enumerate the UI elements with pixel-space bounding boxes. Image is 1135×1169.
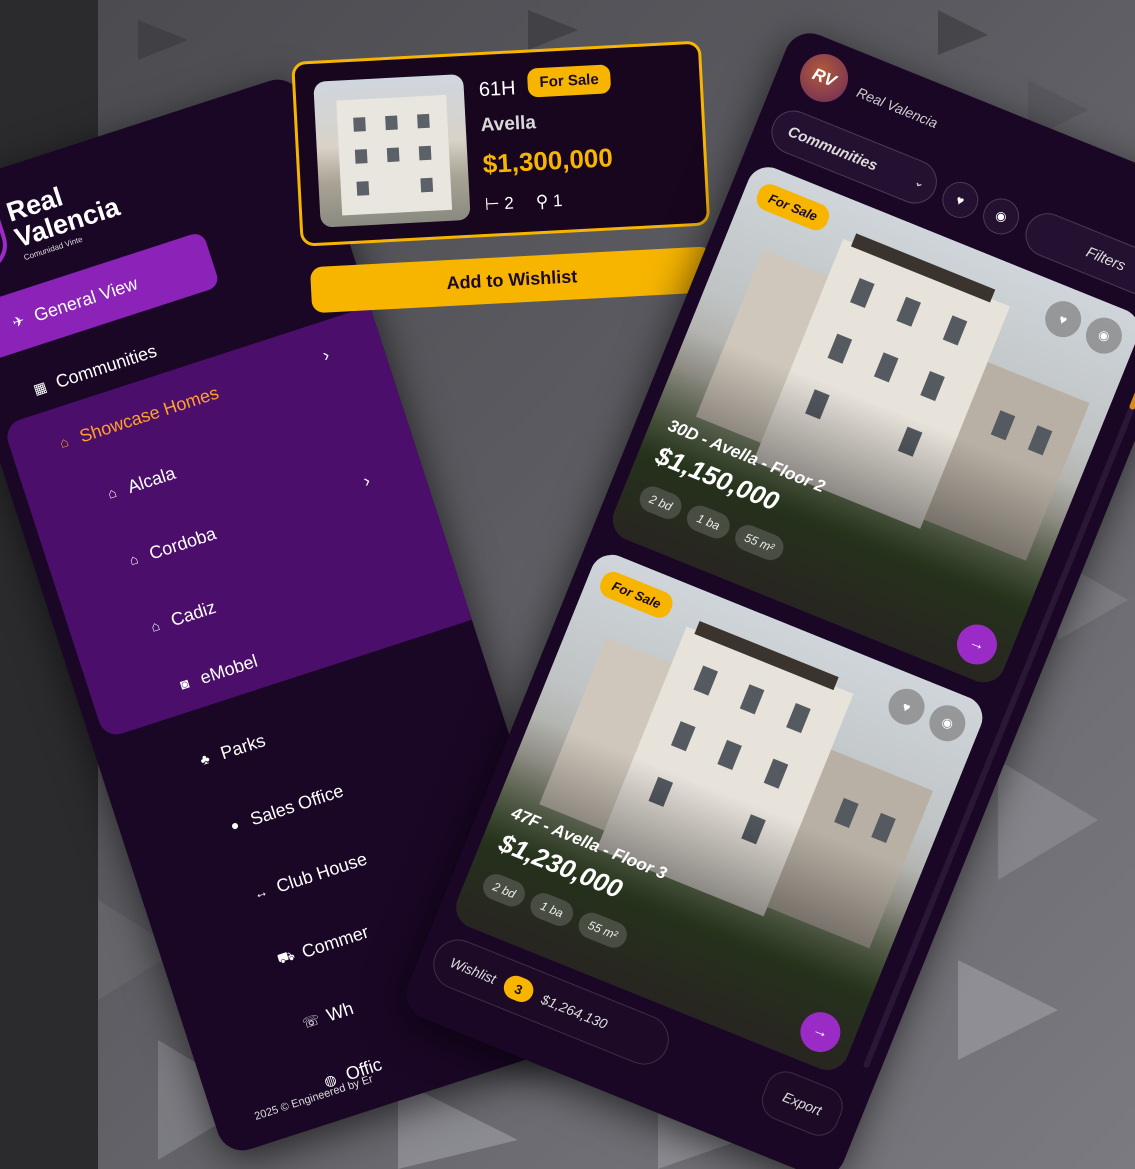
favorites-filter-button[interactable]: ♥: [936, 176, 984, 224]
bath-icon: ⚲: [535, 191, 549, 212]
property-price: $1,300,000: [481, 142, 614, 180]
wishlist-count-badge: 3: [500, 972, 538, 1006]
community-name: Avella: [480, 112, 537, 137]
menu-item-label: eMobel: [197, 650, 260, 688]
export-button[interactable]: Export: [755, 1065, 849, 1142]
menu-item-label: Parks: [217, 729, 268, 763]
wishlist-total: $1,264,130: [538, 990, 610, 1032]
menu-item-label: Cordoba: [146, 522, 219, 564]
buildings-icon: ▦: [31, 377, 49, 398]
property-popup: 61H For Sale Avella $1,300,000 ⊢ 2 ⚲ 1 A…: [290, 18, 723, 314]
eye-icon: ◉: [939, 713, 956, 732]
showcase-home-icon: ⌂: [105, 483, 119, 502]
wishlist-label: Wishlist: [447, 954, 499, 988]
phone-icon: ☏: [300, 1010, 322, 1031]
eye-icon: ◉: [993, 206, 1010, 226]
cart-icon: ⛟: [274, 945, 297, 967]
dropdown-value: Communities: [785, 122, 881, 175]
heart-icon: ♥: [953, 191, 967, 209]
property-specs: ⊢ 2 ⚲ 1: [484, 191, 563, 215]
arrow-right-icon: →: [809, 1020, 832, 1043]
showcase-home-icon: ⌂: [127, 550, 141, 569]
property-card[interactable]: 61H For Sale Avella $1,300,000 ⊢ 2 ⚲ 1: [291, 40, 711, 247]
eye-icon: ◉: [1096, 326, 1113, 345]
user-name: Real Valencia: [854, 84, 941, 132]
shopping-bag-icon: ◙: [178, 674, 192, 693]
drone-icon: ✈: [10, 311, 27, 331]
menu-item-label: Cadiz: [168, 596, 219, 630]
arrow-right-icon: →: [966, 633, 988, 655]
menu-item-label: Club House: [273, 848, 370, 897]
trees-icon: ♣: [197, 750, 212, 769]
viewed-filter-button[interactable]: ◉: [977, 192, 1025, 240]
property-thumbnail: [313, 73, 471, 228]
heart-icon: ♥: [900, 698, 913, 716]
scrollbar-thumb[interactable]: [1128, 361, 1135, 411]
avatar[interactable]: RV: [792, 46, 856, 110]
for-sale-badge: For Sale: [526, 64, 612, 98]
menu-item-label: Commer: [299, 921, 371, 962]
heart-icon: ♥: [1056, 310, 1070, 328]
bed-icon: ⊢: [484, 194, 501, 215]
unit-code: 61H: [478, 77, 517, 102]
showcase-home-icon: ⌂: [57, 433, 71, 452]
dumbbell-icon: ↔: [251, 882, 270, 903]
showcase-home-icon: ⌂: [148, 616, 162, 635]
chevron-down-icon: ⌄: [912, 175, 926, 191]
baths-count: 1: [552, 190, 563, 211]
menu-item-label: General View: [31, 272, 140, 326]
menu-item-label: Alcala: [124, 462, 178, 497]
beds-count: 2: [503, 193, 515, 213]
menu-item-label: Wh: [323, 997, 356, 1025]
menu-item-label: Sales Office: [247, 779, 346, 829]
person-icon: ●: [228, 816, 242, 835]
